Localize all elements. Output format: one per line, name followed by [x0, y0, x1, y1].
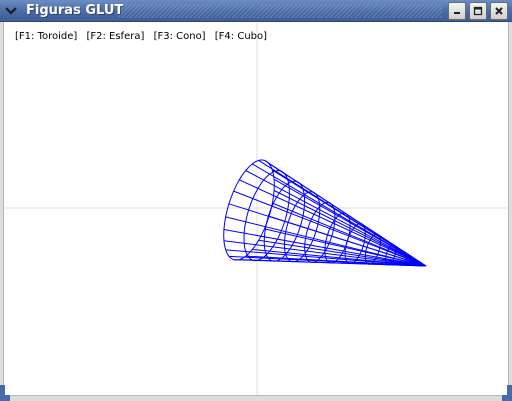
window-frame-right[interactable] — [508, 22, 512, 395]
maximize-icon — [473, 6, 483, 16]
figure-menu: [F1: Toroide] [F2: Esfera] [F3: Cono] [F… — [15, 31, 273, 42]
menu-option-toroide: [F1: Toroide] — [15, 31, 78, 42]
cone-slice-line — [233, 190, 427, 267]
cone-wireframe — [223, 159, 427, 267]
scene-svg — [5, 23, 507, 395]
window-frame-left[interactable] — [0, 22, 4, 395]
window-frame-bottom[interactable] — [0, 395, 512, 401]
window-menu-button[interactable] — [2, 2, 20, 20]
close-button[interactable] — [490, 2, 508, 20]
chevron-down-icon — [5, 7, 17, 15]
menu-option-cubo: [F4: Cubo] — [214, 31, 268, 42]
title-bar-texture — [118, 4, 442, 18]
menu-option-esfera: [F2: Esfera] — [86, 31, 145, 42]
minimize-button[interactable] — [448, 2, 466, 20]
cone-slice-line — [268, 163, 427, 267]
close-icon — [495, 7, 503, 15]
title-bar[interactable]: Figuras GLUT — [0, 0, 512, 22]
cone-slice-line — [273, 178, 427, 267]
minimize-icon — [454, 12, 460, 14]
window-title: Figuras GLUT — [26, 3, 124, 18]
glut-window: Figuras GLUT [F1: Toroide] [F2: Esfera] … — [0, 0, 512, 401]
maximize-button[interactable] — [469, 2, 487, 20]
menu-option-cono: [F3: Cono] — [153, 31, 206, 42]
gl-canvas[interactable]: [F1: Toroide] [F2: Esfera] [F3: Cono] [F… — [5, 23, 507, 395]
